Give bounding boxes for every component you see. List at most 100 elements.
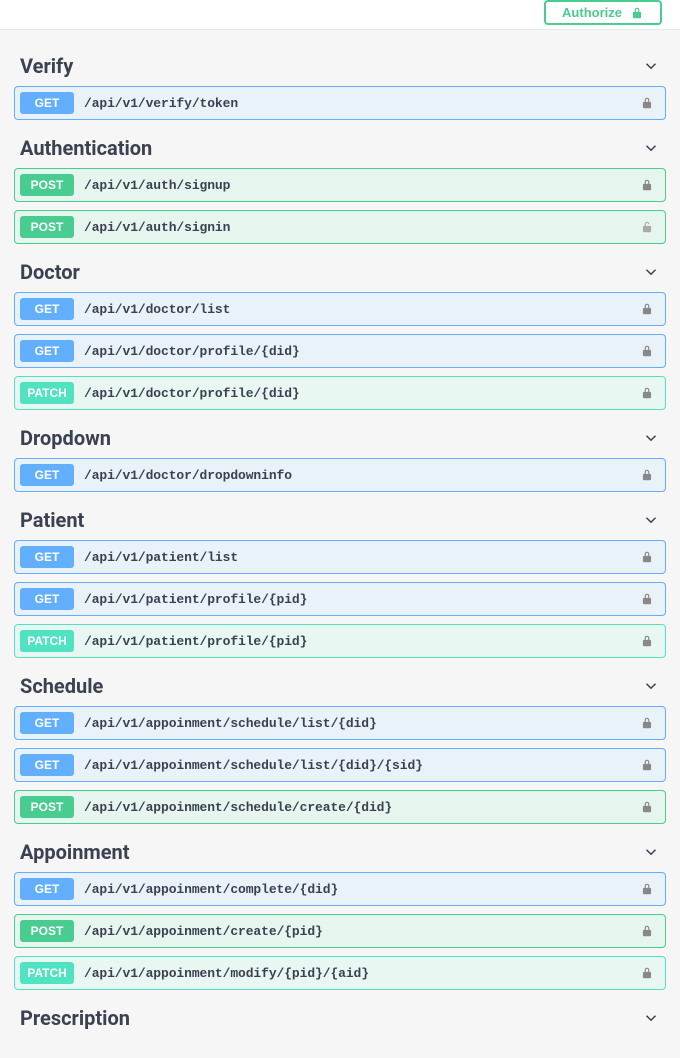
section-doctor: DoctorGET/api/v1/doctor/listGET/api/v1/d… (14, 258, 666, 410)
section-title: Doctor (20, 260, 80, 284)
section-header[interactable]: Authentication (14, 134, 666, 168)
method-badge-get: GET (20, 464, 74, 486)
lock-closed-icon[interactable] (640, 758, 654, 772)
method-badge-get: GET (20, 754, 74, 776)
method-badge-get: GET (20, 298, 74, 320)
section-title: Verify (20, 54, 73, 78)
endpoint-row[interactable]: POST/api/v1/auth/signin (14, 210, 666, 244)
lock-closed-icon[interactable] (640, 468, 654, 482)
lock-closed-icon[interactable] (640, 178, 654, 192)
authorize-button[interactable]: Authorize (544, 0, 662, 25)
chevron-down-icon (642, 1009, 660, 1027)
endpoint-row[interactable]: GET/api/v1/patient/list (14, 540, 666, 574)
method-badge-patch: PATCH (20, 962, 74, 984)
section-title: Prescription (20, 1006, 130, 1030)
method-badge-patch: PATCH (20, 382, 74, 404)
method-badge-post: POST (20, 174, 74, 196)
endpoint-path: /api/v1/appoinment/schedule/create/{did} (84, 800, 640, 815)
lock-closed-icon[interactable] (640, 344, 654, 358)
section-header[interactable]: Patient (14, 506, 666, 540)
section-header[interactable]: Prescription (14, 1004, 666, 1038)
section-header[interactable]: Verify (14, 52, 666, 86)
endpoint-row[interactable]: GET/api/v1/doctor/dropdowninfo (14, 458, 666, 492)
section-title: Authentication (20, 136, 152, 160)
endpoint-path: /api/v1/doctor/profile/{did} (84, 344, 640, 359)
endpoint-path: /api/v1/auth/signup (84, 178, 640, 193)
endpoint-path: /api/v1/doctor/profile/{did} (84, 386, 640, 401)
endpoint-row[interactable]: GET/api/v1/appoinment/schedule/list/{did… (14, 706, 666, 740)
endpoint-path: /api/v1/appoinment/schedule/list/{did} (84, 716, 640, 731)
api-sections: Verify GET/api/v1/verify/token Authenticat… (0, 29, 680, 1058)
endpoint-row[interactable]: POST/api/v1/auth/signup (14, 168, 666, 202)
endpoint-row[interactable]: PATCH/api/v1/doctor/profile/{did} (14, 376, 666, 410)
lock-closed-icon[interactable] (640, 302, 654, 316)
endpoint-path: /api/v1/doctor/dropdowninfo (84, 468, 640, 483)
chevron-down-icon (642, 429, 660, 447)
endpoint-row[interactable]: PATCH/api/v1/appoinment/modify/{pid}/{ai… (14, 956, 666, 990)
endpoint-row[interactable]: GET/api/v1/doctor/profile/{did} (14, 334, 666, 368)
method-badge-get: GET (20, 878, 74, 900)
endpoint-path: /api/v1/appoinment/complete/{did} (84, 882, 640, 897)
endpoint-path: /api/v1/patient/list (84, 550, 640, 565)
section-schedule: Schedule GET/api/v1/appoinment/schedule/l… (14, 672, 666, 824)
endpoint-row[interactable]: POST/api/v1/appoinment/schedule/create/{… (14, 790, 666, 824)
section-dropdown: Dropdown GET/api/v1/doctor/dropdowninfo (14, 424, 666, 492)
endpoint-path: /api/v1/appoinment/schedule/list/{did}/{… (84, 758, 640, 773)
section-authentication: AuthenticationPOST/api/v1/auth/signupPOS… (14, 134, 666, 244)
lock-closed-icon[interactable] (640, 882, 654, 896)
endpoint-path: /api/v1/auth/signin (84, 220, 640, 235)
section-title: Schedule (20, 674, 103, 698)
section-header[interactable]: Doctor (14, 258, 666, 292)
top-bar: Authorize (0, 0, 680, 29)
lock-closed-icon[interactable] (640, 800, 654, 814)
lock-closed-icon[interactable] (640, 716, 654, 730)
lock-closed-icon[interactable] (640, 386, 654, 400)
endpoint-row[interactable]: GET/api/v1/doctor/list (14, 292, 666, 326)
method-badge-post: POST (20, 920, 74, 942)
lock-icon (630, 6, 644, 20)
chevron-down-icon (642, 57, 660, 75)
chevron-down-icon (642, 263, 660, 281)
lock-closed-icon[interactable] (640, 634, 654, 648)
endpoint-row[interactable]: GET/api/v1/verify/token (14, 86, 666, 120)
method-badge-get: GET (20, 340, 74, 362)
endpoint-row[interactable]: GET/api/v1/patient/profile/{pid} (14, 582, 666, 616)
section-header[interactable]: Appoinment (14, 838, 666, 872)
authorize-label: Authorize (562, 5, 622, 20)
lock-closed-icon[interactable] (640, 592, 654, 606)
chevron-down-icon (642, 843, 660, 861)
chevron-down-icon (642, 677, 660, 695)
method-badge-get: GET (20, 588, 74, 610)
lock-closed-icon[interactable] (640, 966, 654, 980)
lock-closed-icon[interactable] (640, 96, 654, 110)
section-header[interactable]: Schedule (14, 672, 666, 706)
endpoint-row[interactable]: POST/api/v1/appoinment/create/{pid} (14, 914, 666, 948)
section-title: Patient (20, 508, 84, 532)
method-badge-get: GET (20, 546, 74, 568)
endpoint-path: /api/v1/doctor/list (84, 302, 640, 317)
endpoint-row[interactable]: GET/api/v1/appoinment/complete/{did} (14, 872, 666, 906)
section-title: Appoinment (20, 840, 130, 864)
chevron-down-icon (642, 139, 660, 157)
section-header[interactable]: Dropdown (14, 424, 666, 458)
lock-open-icon[interactable] (640, 220, 654, 234)
lock-closed-icon[interactable] (640, 550, 654, 564)
method-badge-get: GET (20, 712, 74, 734)
endpoint-path: /api/v1/appoinment/modify/{pid}/{aid} (84, 966, 640, 981)
section-prescription: Prescription (14, 1004, 666, 1038)
endpoint-path: /api/v1/patient/profile/{pid} (84, 592, 640, 607)
endpoint-path: /api/v1/verify/token (84, 96, 640, 111)
chevron-down-icon (642, 511, 660, 529)
lock-closed-icon[interactable] (640, 924, 654, 938)
endpoint-row[interactable]: PATCH/api/v1/patient/profile/{pid} (14, 624, 666, 658)
endpoint-row[interactable]: GET/api/v1/appoinment/schedule/list/{did… (14, 748, 666, 782)
endpoint-path: /api/v1/appoinment/create/{pid} (84, 924, 640, 939)
section-title: Dropdown (20, 426, 111, 450)
section-appoinment: Appoinment GET/api/v1/appoinment/complete… (14, 838, 666, 990)
method-badge-post: POST (20, 216, 74, 238)
endpoint-path: /api/v1/patient/profile/{pid} (84, 634, 640, 649)
method-badge-get: GET (20, 92, 74, 114)
section-verify: Verify GET/api/v1/verify/token (14, 52, 666, 120)
section-patient: PatientGET/api/v1/patient/listGET/api/v1… (14, 506, 666, 658)
method-badge-patch: PATCH (20, 630, 74, 652)
